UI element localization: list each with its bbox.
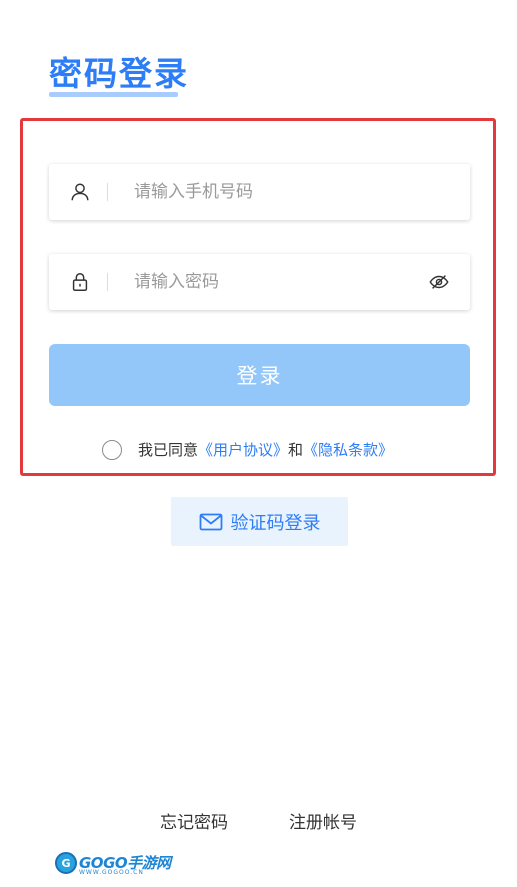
register-link[interactable]: 注册帐号	[289, 808, 357, 833]
watermark-logo: G GOGO手游网 WWW.GOGOO.CN	[55, 852, 171, 876]
phone-field[interactable]	[49, 164, 470, 220]
agree-radio[interactable]	[102, 439, 122, 460]
agreement-prefix: 我已同意	[138, 441, 199, 459]
field-divider	[107, 183, 108, 201]
logo-subtext: WWW.GOGOO.CN	[79, 869, 144, 876]
user-agreement-link[interactable]: 《用户协议》	[198, 439, 288, 460]
sms-login-label: 验证码登录	[230, 512, 321, 534]
lock-icon	[72, 273, 88, 291]
agreement-row: 我已同意 《用户协议》 和 《隐私条款》	[102, 439, 393, 460]
logo-mark: G	[55, 852, 77, 874]
sms-login-button[interactable]: 验证码登录	[171, 497, 348, 546]
field-divider	[107, 273, 108, 291]
title-underline	[49, 92, 178, 97]
eye-off-icon[interactable]	[428, 271, 450, 293]
privacy-policy-link[interactable]: 《隐私条款》	[303, 439, 393, 460]
password-input[interactable]	[132, 271, 428, 293]
password-field[interactable]	[49, 254, 470, 310]
phone-input[interactable]	[132, 181, 470, 203]
login-button[interactable]: 登录	[49, 344, 470, 406]
page-title: 密码登录	[49, 54, 189, 93]
mail-icon	[199, 513, 222, 530]
forgot-password-link[interactable]: 忘记密码	[160, 808, 228, 833]
login-page: 密码登录 登录 我已同意 《用户协议》 和 《隐私条款》	[0, 0, 517, 887]
agreement-and: 和	[288, 441, 304, 459]
user-icon	[71, 183, 89, 201]
title-block: 密码登录	[49, 52, 189, 97]
